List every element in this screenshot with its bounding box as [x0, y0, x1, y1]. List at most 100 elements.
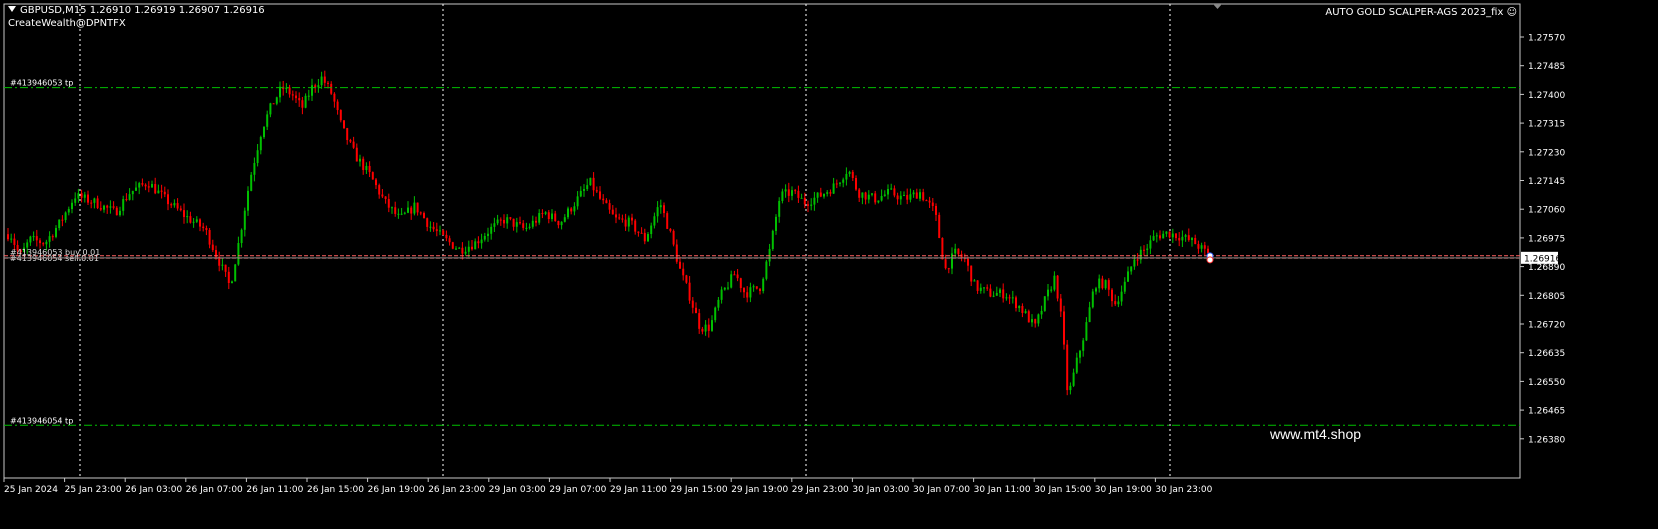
candle-body — [519, 222, 521, 224]
candle-body — [1072, 372, 1075, 386]
candle-body — [650, 225, 653, 235]
candle-body — [154, 183, 157, 194]
candle-body — [1191, 238, 1193, 241]
candle-body — [1155, 235, 1158, 237]
candle-body — [493, 223, 496, 227]
candle-body — [1053, 275, 1056, 290]
candle-body — [839, 182, 841, 184]
candle-body — [714, 307, 717, 321]
candle-body — [183, 210, 185, 218]
candle-body — [1136, 259, 1139, 261]
candle-body — [144, 184, 147, 187]
candle-body — [637, 231, 640, 233]
candle-body — [307, 95, 310, 97]
candle-body — [496, 219, 499, 224]
candle-body — [455, 248, 457, 250]
trade-arrow-icon — [1206, 256, 1214, 264]
candle-body — [535, 220, 537, 223]
candle-body — [608, 203, 611, 210]
candle-body — [912, 192, 915, 195]
x-tick-label: 30 Jan 07:00 — [913, 485, 970, 495]
candle-body — [877, 200, 880, 203]
candle-body — [583, 189, 585, 191]
candle-body — [461, 247, 464, 254]
candle-body — [515, 222, 518, 227]
candle-body — [986, 287, 989, 289]
candle-body — [797, 190, 800, 198]
candle-body — [131, 190, 134, 195]
candle-body — [1130, 266, 1133, 272]
candle-body — [1162, 233, 1165, 239]
candle-body — [39, 240, 41, 244]
candle-body — [202, 226, 205, 229]
candle-body — [727, 287, 729, 289]
candle-body — [1181, 236, 1184, 241]
candle-body — [1056, 275, 1059, 299]
candle-body — [272, 103, 275, 105]
candle-body — [823, 193, 825, 197]
candle-body — [314, 85, 317, 88]
candle-body — [887, 188, 889, 195]
price-chart[interactable]: #413946053 tp#413946054 tp#413946053 buy… — [0, 0, 1658, 529]
candle-body — [730, 274, 733, 288]
candle-body — [1114, 301, 1117, 305]
candle-body — [589, 177, 592, 186]
candle-body — [1050, 289, 1053, 291]
candle-body — [339, 110, 342, 121]
candle-body — [1104, 280, 1107, 289]
candle-body — [867, 194, 870, 200]
candle-body — [176, 203, 179, 209]
candle-body — [803, 197, 806, 205]
candle-body — [531, 220, 534, 227]
candle-body — [1047, 289, 1049, 297]
candle-body — [675, 244, 678, 262]
candle-body — [669, 228, 672, 231]
candle-body — [253, 162, 256, 175]
take-profit-label: #413946053 tp — [10, 79, 73, 88]
candle-body — [1171, 233, 1174, 238]
candle-body — [74, 198, 77, 203]
candle-body — [567, 208, 569, 218]
candle-body — [1040, 310, 1043, 315]
candle-body — [195, 219, 198, 222]
candle-body — [64, 212, 67, 220]
candle-body — [896, 195, 899, 200]
x-tick-label: 26 Jan 07:00 — [186, 485, 243, 495]
candle-body — [704, 324, 707, 332]
candle-body — [563, 217, 566, 222]
order-label: #413946054 sell 0.01 — [10, 254, 99, 263]
candle-body — [349, 140, 352, 142]
dropdown-triangle-icon[interactable] — [8, 6, 16, 12]
candle-body — [800, 197, 803, 199]
candle-body — [445, 234, 448, 239]
chart-subtitle: CreateWealth@DPNTFX — [8, 18, 126, 29]
y-tick-label: 1.26890 — [1528, 263, 1565, 273]
candle-body — [480, 239, 483, 244]
candle-body — [311, 85, 313, 96]
candle-body — [1123, 281, 1126, 292]
candle-body — [903, 195, 905, 197]
candle-body — [954, 248, 957, 254]
candle-body — [864, 192, 867, 200]
symbol-info[interactable]: GBPUSD,M15 1.26910 1.26919 1.26907 1.269… — [8, 5, 265, 16]
candle-body — [947, 268, 950, 270]
candle-body — [410, 207, 413, 214]
candle-body — [247, 190, 249, 211]
candle-body — [544, 212, 547, 214]
expert-advisor-name[interactable]: AUTO GOLD SCALPER-AGS 2023_fix ☺ — [1325, 7, 1517, 18]
candle-body — [269, 103, 272, 115]
candle-body — [1075, 357, 1078, 373]
symbol-info-text: GBPUSD,M15 1.26910 1.26919 1.26907 1.269… — [20, 5, 265, 16]
candle-body — [631, 217, 633, 221]
candle-body — [67, 209, 70, 213]
candle-body — [733, 274, 736, 276]
candle-body — [1079, 350, 1081, 358]
candle-body — [787, 189, 790, 196]
candle-body — [138, 183, 141, 188]
candle-body — [90, 202, 93, 204]
candle-body — [890, 188, 893, 190]
candle-body — [483, 235, 486, 240]
candle-body — [279, 86, 281, 98]
candle-body — [42, 243, 45, 245]
candle-body — [471, 246, 473, 250]
